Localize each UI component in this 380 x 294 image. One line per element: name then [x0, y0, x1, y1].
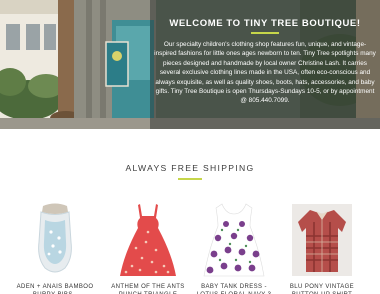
product-image-floral-dress[interactable]	[192, 202, 276, 280]
product-name[interactable]: BABY TANK DRESS - LOTUS FLORAL NAVY 3	[192, 283, 276, 294]
hero-description: Our specialty children's clothing shop f…	[154, 41, 376, 105]
hero-title-underline	[251, 32, 279, 34]
product-name[interactable]: ANTHEM OF THE ANTS PUNCH TRIANGLE PRINTE…	[106, 283, 190, 294]
free-shipping-heading: Always Free Shipping	[125, 163, 255, 173]
free-shipping-underline	[178, 178, 202, 180]
hero-title: Welcome to Tiny Tree Boutique!	[169, 18, 361, 29]
product-name[interactable]: BLU PONY VINTAGE BUTTON-UP SHIRT	[280, 283, 364, 294]
product-image-burp-bib[interactable]	[13, 202, 97, 280]
hero-banner: Welcome to Tiny Tree Boutique! Our speci…	[0, 0, 380, 129]
product-image-plaid-shirt[interactable]	[280, 202, 364, 280]
product-image-red-dress[interactable]	[106, 202, 190, 280]
product-name[interactable]: ADEN + ANAIS BAMBOO BURPY BIBS - MOONLIG…	[13, 283, 97, 294]
